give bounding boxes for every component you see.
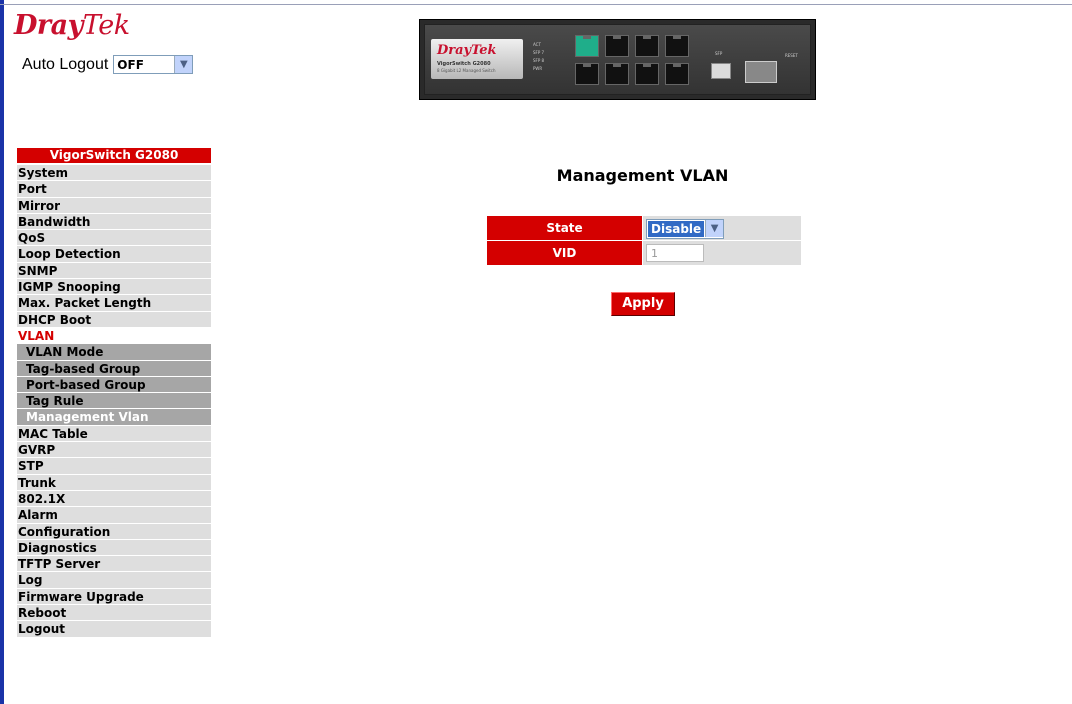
sidebar-subitem-tag-based-group[interactable]: Tag-based Group (17, 360, 211, 377)
port-icon (665, 63, 689, 85)
state-select-value: Disable (648, 220, 705, 237)
sidebar-header: VigorSwitch G2080 (17, 148, 211, 163)
vid-cell: 1 (642, 240, 802, 266)
sfp-slot-icon (745, 61, 777, 83)
state-select[interactable]: Disable ▼ (646, 218, 725, 239)
sidebar-item-tftp-server[interactable]: TFTP Server (17, 556, 211, 573)
top-divider (0, 4, 1072, 5)
led-label: SFP 8 (533, 58, 545, 63)
vid-row: VID 1 (486, 240, 802, 266)
sfp-label: SFP (715, 51, 723, 56)
port-icon (575, 35, 599, 57)
state-label: State (486, 215, 643, 241)
sidebar-item-bandwidth[interactable]: Bandwidth (17, 213, 211, 231)
device-face: DrayTek VigorSwitch G2080 8 Gigabit L2 M… (424, 24, 811, 95)
sidebar-subitem-vlan-mode[interactable]: VLAN Mode (17, 344, 211, 361)
led-label: PWR (533, 66, 543, 71)
port-icon (665, 35, 689, 57)
switch-front-panel-image: DrayTek VigorSwitch G2080 8 Gigabit L2 M… (419, 19, 816, 100)
sidebar-item-snmp[interactable]: SNMP (17, 262, 211, 280)
port-icon (605, 63, 629, 85)
page-title: Management VLAN (556, 166, 729, 185)
sidebar-item-system[interactable]: System (17, 165, 211, 182)
vid-input[interactable]: 1 (646, 244, 704, 262)
sidebar-item-logout[interactable]: Logout (17, 621, 211, 638)
port-icon (635, 63, 659, 85)
state-row: State Disable ▼ (486, 215, 802, 241)
sidebar-item-trunk[interactable]: Trunk (17, 474, 211, 491)
apply-button[interactable]: Apply (611, 292, 675, 316)
sidebar-item-log[interactable]: Log (17, 572, 211, 589)
reset-label: RESET (785, 53, 798, 58)
ethernet-ports (575, 31, 695, 91)
auto-logout: Auto Logout OFF ▼ (22, 55, 194, 74)
port-icon (635, 35, 659, 57)
sidebar-item-alarm[interactable]: Alarm (17, 507, 211, 524)
draytek-logo: DrayTek (14, 10, 130, 41)
sidebar-item-reboot[interactable]: Reboot (17, 605, 211, 622)
sidebar-item-dhcp-boot[interactable]: DHCP Boot (17, 311, 211, 328)
sidebar-item-vlan[interactable]: VLAN (17, 327, 211, 345)
sidebar-subitem-port-based-group[interactable]: Port-based Group (17, 376, 211, 394)
sidebar-item-diagnostics[interactable]: Diagnostics (17, 539, 211, 557)
sidebar-menu: VigorSwitch G2080 System Port Mirror Ban… (17, 148, 211, 638)
sfp-port-icon (711, 63, 731, 79)
device-badge-model: VigorSwitch G2080 (437, 61, 491, 67)
auto-logout-label: Auto Logout (22, 55, 109, 73)
sidebar-item-mirror[interactable]: Mirror (17, 197, 211, 214)
sidebar-item-igmp-snooping[interactable]: IGMP Snooping (17, 279, 211, 296)
device-badge: DrayTek VigorSwitch G2080 8 Gigabit L2 M… (431, 39, 523, 79)
sidebar-item-loop-detection[interactable]: Loop Detection (17, 246, 211, 263)
management-vlan-form: State Disable ▼ VID 1 (486, 215, 802, 266)
sidebar-item-port[interactable]: Port (17, 181, 211, 198)
sidebar-subitem-management-vlan[interactable]: Management Vlan (17, 409, 211, 426)
device-badge-desc: 8 Gigabit L2 Managed Switch (437, 68, 496, 73)
led-label: ACT (533, 42, 541, 47)
device-leds: ACT SFP 7 SFP 8 PWR (533, 41, 544, 73)
chevron-down-icon[interactable]: ▼ (174, 56, 193, 73)
port-icon (605, 35, 629, 57)
left-border (0, 0, 4, 704)
sidebar-item-mac-table[interactable]: MAC Table (17, 425, 211, 443)
port-icon (575, 63, 599, 85)
sidebar-item-firmware-upgrade[interactable]: Firmware Upgrade (17, 588, 211, 606)
sidebar-item-gvrp[interactable]: GVRP (17, 442, 211, 459)
state-cell: Disable ▼ (642, 215, 802, 241)
chevron-down-icon[interactable]: ▼ (705, 220, 724, 237)
led-label: SFP 7 (533, 50, 545, 55)
auto-logout-value: OFF (117, 57, 144, 72)
auto-logout-select[interactable]: OFF ▼ (113, 55, 194, 74)
vid-label: VID (486, 240, 643, 266)
sidebar-item-stp[interactable]: STP (17, 458, 211, 475)
device-badge-brand: DrayTek (437, 43, 497, 58)
sidebar-item-configuration[interactable]: Configuration (17, 523, 211, 540)
sidebar-item-max-packet-length[interactable]: Max. Packet Length (17, 295, 211, 312)
sidebar-item-802-1x[interactable]: 802.1X (17, 490, 211, 508)
sidebar-subitem-tag-rule[interactable]: Tag Rule (17, 393, 211, 410)
sidebar-item-qos[interactable]: QoS (17, 230, 211, 247)
